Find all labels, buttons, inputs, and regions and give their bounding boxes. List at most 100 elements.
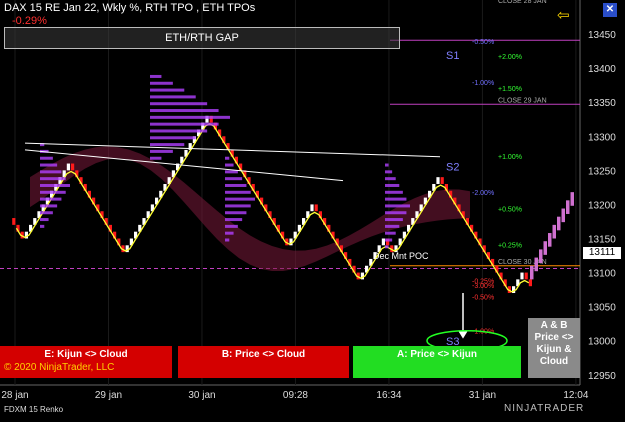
- tpo-profile-row: [385, 183, 400, 187]
- y-tick-label: 13250: [588, 166, 616, 177]
- forecast-bar: [534, 257, 538, 272]
- tpo-profile-row: [225, 218, 243, 222]
- tpo-profile-row: [385, 190, 403, 194]
- tpo-profile-row: [225, 183, 247, 187]
- tpo-profile-row: [385, 245, 389, 249]
- y-tick-label: 13200: [588, 200, 616, 211]
- tpo-profile-row: [150, 143, 185, 147]
- annotation-label: CLOSE 28 JAN: [498, 0, 547, 5]
- tpo-profile-row: [385, 224, 400, 228]
- tpo-profile-row: [225, 224, 238, 228]
- forecast-bar: [539, 249, 543, 264]
- tpo-profile-row: [385, 197, 407, 201]
- renko-brick: [66, 163, 70, 171]
- y-tick-label: 13000: [588, 337, 616, 348]
- renko-brick: [314, 204, 318, 212]
- annotation-label: Dec Mnt POC: [373, 251, 429, 261]
- tpo-profile-row: [40, 211, 53, 215]
- forecast-bar: [561, 208, 565, 223]
- tpo-profile-row: [150, 115, 230, 119]
- tpo-profile-row: [225, 163, 234, 167]
- forecast-bar: [557, 216, 561, 231]
- tpo-profile-row: [40, 218, 49, 222]
- level-label: +0.50%: [498, 207, 522, 214]
- level-label: -3.00%: [472, 283, 494, 290]
- renko-brick: [436, 177, 440, 184]
- y-tick-label: 13400: [588, 64, 616, 75]
- ab-price-button[interactable]: A & B Price <> Kijun & Cloud: [528, 318, 580, 378]
- level-label: +0.25%: [498, 243, 522, 250]
- tpo-profile-row: [40, 183, 70, 187]
- tpo-profile-row: [40, 163, 58, 167]
- tpo-profile-row: [225, 190, 251, 194]
- tpo-profile-row: [385, 163, 389, 167]
- tpo-profile-row: [40, 224, 45, 228]
- x-tick-label: 09:28: [283, 390, 308, 401]
- level-label: -0.50%: [472, 294, 494, 301]
- tpo-profile-row: [40, 197, 62, 201]
- close-icon[interactable]: ✕: [603, 3, 617, 17]
- tpo-profile-row: [385, 211, 407, 215]
- copyright-text: © 2020 NinjaTrader, LLC: [4, 362, 115, 373]
- x-tick-label: 12:04: [563, 390, 588, 401]
- tpo-profile-row: [150, 129, 208, 133]
- tpo-profile-row: [225, 177, 243, 181]
- tpo-profile-row: [150, 74, 162, 78]
- level-label: -1.00%: [472, 80, 494, 87]
- tpo-profile-row: [150, 109, 219, 113]
- forecast-bar: [530, 265, 534, 280]
- x-tick-label: 31 jan: [469, 390, 496, 401]
- y-tick-label: 13300: [588, 132, 616, 143]
- renko-brick: [524, 272, 528, 280]
- tpo-profile-row: [385, 238, 393, 242]
- y-tick-label: 13050: [588, 303, 616, 314]
- renko-brick: [528, 279, 532, 287]
- renko-brick: [440, 177, 444, 184]
- level-label: S2: [446, 162, 459, 174]
- percent-change: -0.29%: [12, 15, 47, 27]
- price-cloud-button[interactable]: B: Price <> Cloud: [178, 346, 349, 378]
- tpo-profile-row: [150, 95, 196, 99]
- y-tick-label: 13100: [588, 269, 616, 280]
- level-label: S1: [446, 50, 459, 62]
- tpo-profile-row: [225, 170, 238, 174]
- level-label: +1.50%: [498, 86, 522, 93]
- tpo-profile-row: [150, 122, 219, 126]
- forecast-bar: [548, 233, 552, 247]
- level-label: +1.00%: [498, 154, 522, 161]
- tpo-profile-row: [150, 136, 196, 140]
- tpo-profile-row: [225, 238, 230, 242]
- forecast-bar: [552, 224, 556, 239]
- renko-brick: [381, 238, 385, 246]
- reference-line-label: CLOSE 29 JAN: [498, 97, 547, 104]
- level-label: +2.00%: [498, 54, 522, 61]
- eth-rth-gap-box: ETH/RTH GAP: [4, 27, 400, 49]
- chart-title: DAX 15 RE Jan 22, Wkly %, RTH TPO , ETH …: [4, 2, 256, 14]
- forecast-bar: [570, 192, 574, 206]
- tpo-profile-row: [150, 149, 173, 153]
- tpo-profile-row: [150, 156, 162, 160]
- instrument-label: FDXM 15 Renko: [4, 405, 64, 414]
- tpo-profile-row: [225, 231, 234, 235]
- price-kijun-button[interactable]: A: Price <> Kijun: [353, 346, 521, 378]
- level-label: -2.00%: [472, 190, 494, 197]
- x-tick-label: 30 jan: [188, 390, 215, 401]
- y-tick-label: 13150: [588, 234, 616, 245]
- tpo-profile-row: [40, 156, 53, 160]
- renko-brick: [310, 204, 314, 212]
- tpo-profile-row: [40, 170, 62, 174]
- renko-brick: [12, 218, 16, 225]
- tpo-profile-row: [385, 177, 396, 181]
- target-arrow-icon: [458, 330, 468, 339]
- y-tick-label: 12950: [588, 371, 616, 382]
- y-tick-label: 13450: [588, 30, 616, 41]
- tpo-profile-row: [225, 211, 247, 215]
- forecast-bar: [543, 241, 547, 255]
- current-price-tag: 13111: [583, 247, 621, 259]
- renko-brick: [71, 163, 75, 171]
- back-arrow-icon[interactable]: ⇦: [557, 6, 570, 24]
- tpo-profile-row: [150, 102, 208, 106]
- tpo-profile-row: [150, 88, 185, 92]
- tpo-profile-row: [40, 177, 66, 181]
- tpo-profile-row: [40, 204, 58, 208]
